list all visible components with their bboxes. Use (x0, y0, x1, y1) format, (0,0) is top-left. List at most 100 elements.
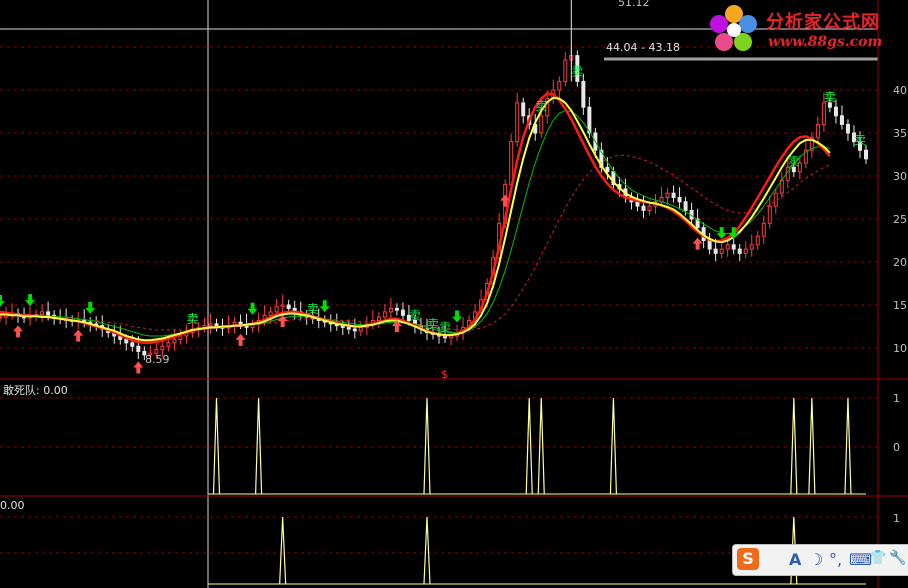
indicator-2-title: 0.00 (0, 499, 25, 512)
indicator-1-axis-zero: 0 (893, 441, 900, 454)
candle-body (136, 345, 141, 352)
indicator-2-spike (279, 516, 287, 585)
candle-body (400, 309, 405, 316)
price-tick-label: 25 (893, 213, 907, 226)
low-price-label: 8.59 (145, 353, 170, 366)
indicator-2-spike (423, 516, 431, 585)
candle-body (864, 149, 868, 160)
sell-signal-label: 卖 (854, 133, 866, 147)
candle-body (40, 311, 45, 315)
buy-arrow-icon (235, 333, 246, 346)
indicator-1-spike (609, 397, 618, 495)
ime-skin-icon[interactable]: 👕 (869, 550, 886, 566)
candle-body (767, 205, 772, 224)
candle-body (208, 323, 213, 327)
indicator-1-spike (808, 397, 816, 495)
ime-halfwidth-icon[interactable]: ☽ (809, 550, 823, 569)
candle-body (274, 306, 279, 313)
candle-body (821, 102, 826, 125)
price-tick-label: 30 (893, 170, 907, 183)
sell-signal-label: 卖 (439, 321, 451, 335)
ime-logo-icon[interactable]: S (737, 548, 759, 570)
candle-body (671, 192, 676, 198)
candle-body (677, 197, 682, 203)
candle-body (833, 106, 838, 117)
stock-chart-canvas[interactable]: 卖卖 卖卖 卖卖卖卖卖卖 (0, 0, 908, 588)
candle-body (178, 335, 183, 340)
indicator-1-spike (212, 397, 221, 495)
price-tick-label: 40 (893, 84, 907, 97)
candle-body (160, 345, 165, 351)
sell-arrow-icon (247, 302, 258, 315)
candle-body (346, 326, 351, 330)
sell-signal-label: 卖 (307, 302, 319, 316)
ma-mid-line (0, 110, 831, 337)
sell-signal-label: 卖 (186, 312, 198, 326)
candle-body (641, 205, 646, 211)
candle-body (731, 244, 736, 250)
candle-body (539, 115, 544, 134)
flower-logo-icon (710, 5, 757, 51)
buy-arrow-icon (277, 315, 288, 327)
ma-long-line (0, 154, 831, 331)
candle-body (352, 328, 357, 332)
sell-signal-label: 卖 (427, 317, 439, 331)
candle-body (761, 222, 766, 237)
sell-arrow-icon (319, 300, 330, 313)
logo-title: 分析家公式网 (766, 12, 880, 33)
candle-body (280, 304, 285, 308)
ime-punctuation-icon[interactable]: °, (829, 550, 842, 569)
candle-body (737, 248, 742, 254)
candle-body (749, 244, 754, 250)
candle-body (557, 80, 562, 91)
candle-body (815, 123, 820, 138)
indicator-2-axis-top: 1 (893, 512, 900, 525)
sell-signal-label: 卖 (409, 309, 421, 323)
buy-arrow-icon (13, 325, 24, 338)
sell-signal-label: 卖 (535, 99, 547, 113)
candle-body (166, 342, 171, 347)
indicator-1-spike (537, 397, 545, 495)
sell-signal-label: 卖 (571, 64, 583, 78)
buy-arrow-icon (133, 361, 144, 374)
candle-body (521, 102, 526, 117)
ime-mode-button[interactable]: A (789, 550, 801, 569)
candle-body (130, 342, 135, 347)
candle-body (725, 244, 730, 250)
candle-body (683, 201, 688, 211)
candle-body (286, 304, 291, 309)
indicator-1-spike (525, 397, 533, 495)
candle-body (376, 316, 381, 321)
candle-body (665, 192, 670, 198)
candle-body (394, 307, 399, 311)
candle-body (124, 338, 129, 344)
candle-body (358, 326, 363, 332)
candle-body (0, 316, 2, 319)
ime-toolbar[interactable]: S A ☽ °, ⌨ 👕 🔧 (732, 544, 908, 576)
sell-arrow-icon (716, 227, 727, 240)
ime-settings-icon[interactable]: 🔧 (889, 550, 906, 566)
indicator-1-spike (844, 397, 852, 495)
range-label: 44.04 - 43.18 (606, 41, 680, 54)
dollar-marker: $ (441, 368, 448, 381)
indicator-1-title: 敢死队: 0.00 (3, 384, 68, 397)
candle-body (382, 311, 387, 318)
candle-body (713, 248, 718, 254)
indicator-1-spike (423, 397, 431, 495)
candle-body (563, 59, 568, 82)
candle-body (743, 248, 748, 254)
high-price-label: 51.12 (618, 0, 650, 9)
candle-body (707, 240, 712, 250)
sell-signal-label: 卖 (788, 155, 800, 169)
price-tick-label: 15 (893, 299, 907, 312)
indicator-1-spike (254, 397, 263, 495)
candle-body (238, 321, 243, 325)
candle-body (647, 205, 652, 211)
price-tick-label: 10 (893, 342, 907, 355)
candle-body (46, 311, 51, 316)
candle-body (581, 80, 586, 108)
candle-body (388, 307, 393, 313)
price-tick-label: 20 (893, 256, 907, 269)
candle-body (845, 123, 850, 134)
buy-arrow-icon (73, 329, 84, 342)
